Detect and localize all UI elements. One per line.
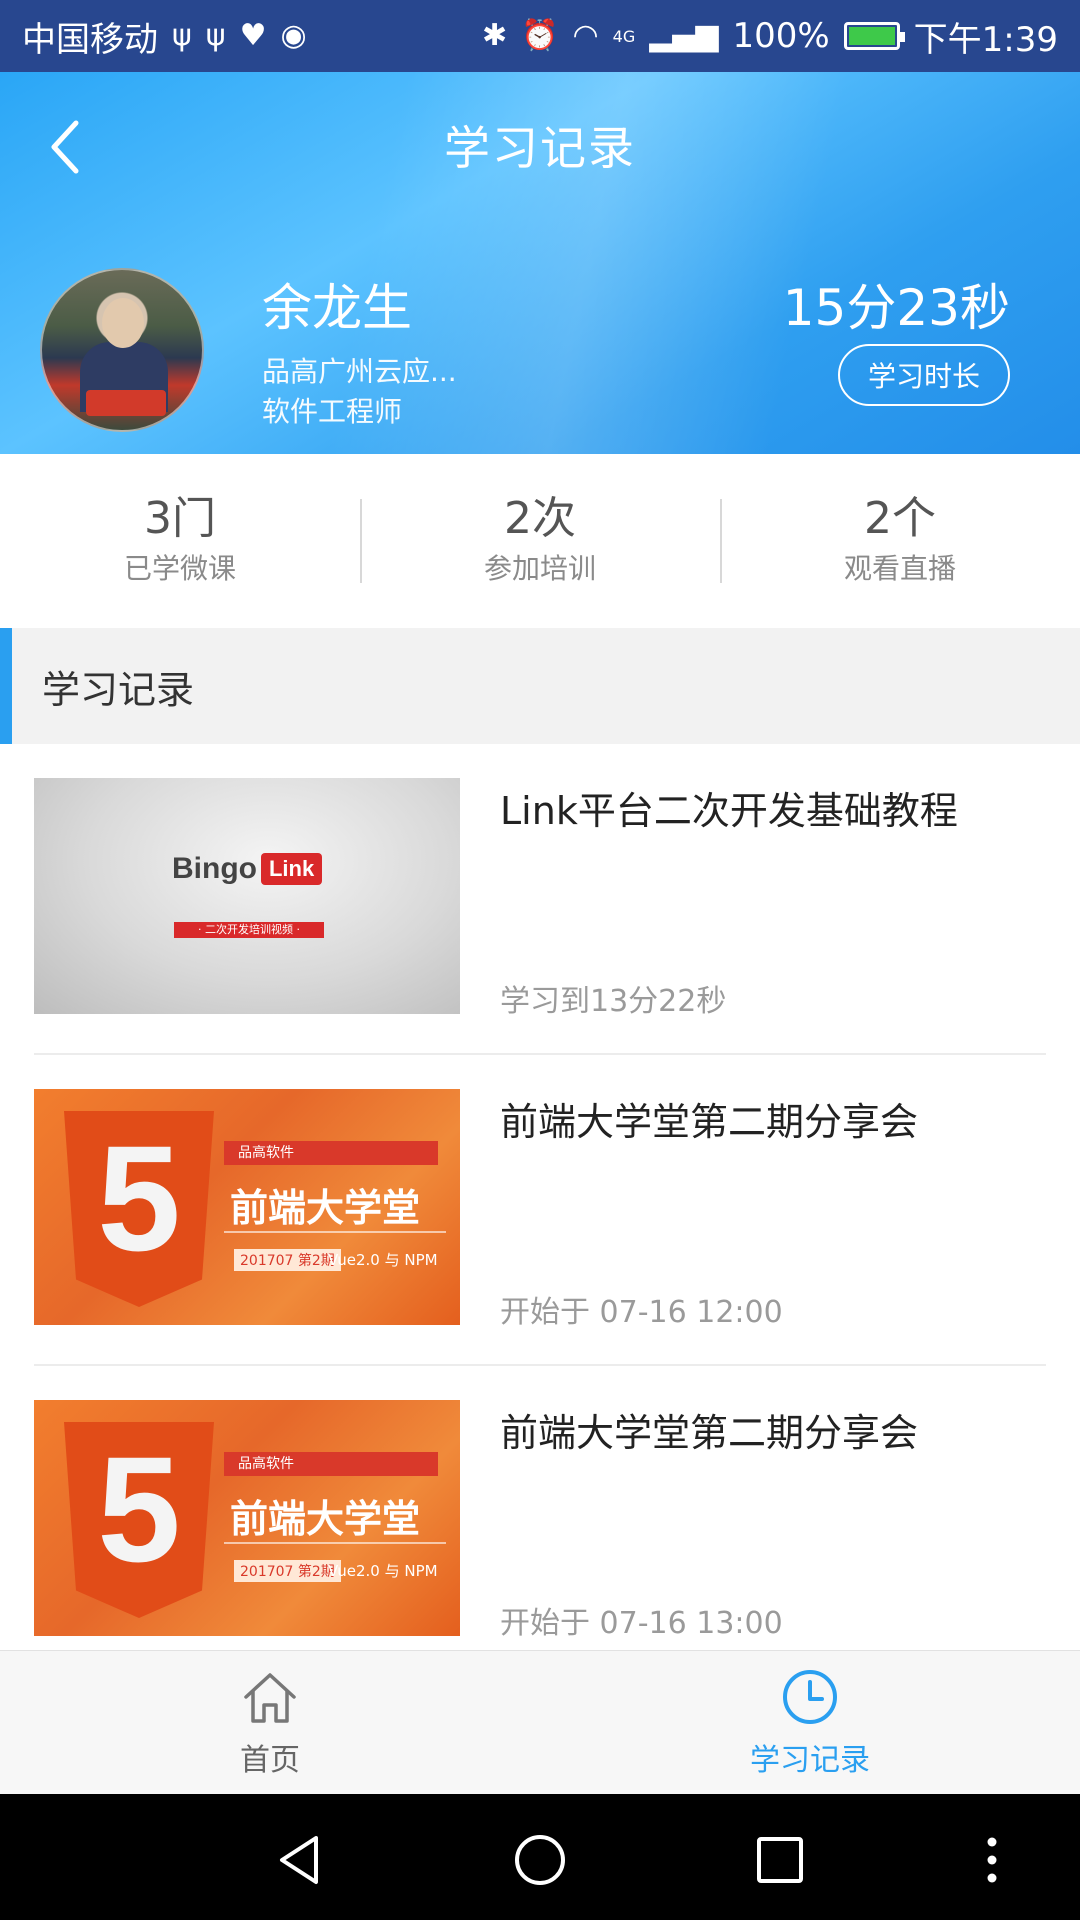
thumbnail-title: 前端大学堂 (230, 1497, 421, 1541)
system-back-button[interactable] (272, 1832, 328, 1888)
thumbnail-tag: 品高软件 (224, 1141, 438, 1165)
study-time-button[interactable]: 学习时长 (838, 344, 1010, 406)
video-thumbnail: 5 品高软件 前端大学堂 201707 第2期 Vue2.0 与 NPM (34, 1400, 460, 1636)
avatar-head (102, 298, 144, 348)
thumbnail-title: 前端大学堂 (230, 1186, 421, 1230)
triangle-back-icon (280, 1836, 318, 1884)
stat-courses[interactable]: 3门 已学微课 (0, 492, 360, 587)
tab-label: 首页 (240, 1742, 300, 1778)
thumbnail-divider (224, 1231, 446, 1233)
user-name: 余龙生 (262, 279, 412, 337)
stat-livestreams[interactable]: 2个 观看直播 (720, 492, 1080, 587)
system-recents-button[interactable] (752, 1832, 808, 1888)
stat-trainings[interactable]: 2次 参加培训 (360, 492, 720, 587)
home-icon (240, 1667, 300, 1731)
more-vertical-icon (987, 1837, 997, 1883)
thumbnail-issue: 201707 第2期 (234, 1560, 341, 1582)
stat-label: 观看直播 (843, 552, 956, 586)
status-left: 中国移动 ψ ψ ♥ ◉ (22, 12, 307, 61)
bluetooth-icon: ✱ (481, 18, 508, 53)
html5-digit: 5 (97, 1425, 181, 1593)
user-company: 品高广州云应... (262, 355, 457, 388)
heartbeat-icon: ♥ (239, 18, 267, 53)
list-item[interactable]: Bingo Link · 二次开发培训视频 · Link平台二次开发基础教程 学… (34, 744, 1046, 1055)
record-start-time: 开始于 07-16 12:00 (500, 1295, 783, 1330)
network-type: 4G (612, 26, 636, 46)
bingo-logo: Bingo Link (172, 852, 323, 886)
circle-home-icon (515, 1835, 565, 1885)
system-nav-bar (0, 1794, 1080, 1920)
record-start-time: 开始于 07-16 13:00 (500, 1606, 783, 1641)
stat-value: 3门 (144, 492, 216, 544)
link-badge: Link (260, 853, 323, 885)
list-item[interactable]: 5 品高软件 前端大学堂 201707 第2期 Vue2.0 与 NPM 前端大… (34, 1366, 1046, 1650)
bingo-brand: Bingo (172, 852, 257, 885)
system-home-button[interactable] (512, 1832, 568, 1888)
tab-label: 学习记录 (750, 1742, 870, 1778)
thumbnail-topic: Vue2.0 与 NPM (328, 1251, 438, 1269)
stat-value: 2次 (504, 492, 576, 544)
profile-header: 学习记录 余龙生 品高广州云应... 软件工程师 15分23秒 学习时长 (0, 72, 1080, 454)
thumbnail-tag: 品高软件 (224, 1452, 438, 1476)
tab-home[interactable]: 首页 (0, 1651, 540, 1794)
stat-value: 2个 (864, 492, 936, 544)
page-title: 学习记录 (444, 121, 636, 175)
record-title: Link平台二次开发基础教程 (500, 789, 958, 833)
record-progress: 学习到13分22秒 (500, 984, 727, 1019)
alarm-icon: ⏰ (521, 18, 559, 53)
wifi-icon: ◠ (572, 18, 599, 53)
user-role: 软件工程师 (262, 395, 403, 428)
carrier-label: 中国移动 (22, 19, 158, 60)
battery-percent: 100% (732, 16, 830, 56)
app-notification-icon: ◉ (280, 18, 307, 53)
avatar-basket (86, 390, 166, 416)
status-right: ✱ ⏰ ◠ 4G ▂▄▆ 100% 下午1:39 (482, 12, 1058, 61)
record-title: 前端大学堂第二期分享会 (500, 1100, 919, 1144)
stat-label: 参加培训 (483, 552, 596, 586)
usb-icon: ψ (172, 18, 192, 53)
battery-icon (843, 22, 905, 50)
video-thumbnail: 5 品高软件 前端大学堂 201707 第2期 Vue2.0 与 NPM (34, 1089, 460, 1325)
stats-row: 3门 已学微课 2次 参加培训 2个 观看直播 (0, 454, 1080, 628)
thumbnail-issue: 201707 第2期 (234, 1249, 341, 1271)
usb-icon: ψ (205, 18, 226, 53)
thumbnail-topic: Vue2.0 与 NPM (328, 1562, 438, 1580)
record-list[interactable]: Bingo Link · 二次开发培训视频 · Link平台二次开发基础教程 学… (0, 744, 1080, 1650)
avatar (40, 268, 204, 432)
stat-label: 已学微课 (123, 552, 236, 586)
bottom-nav: 首页 学习记录 (0, 1650, 1080, 1794)
study-time-value: 15分23秒 (782, 279, 1010, 337)
clock-icon (780, 1667, 840, 1731)
tab-study-records[interactable]: 学习记录 (540, 1651, 1080, 1794)
thumbnail-subtitle: · 二次开发培训视频 · (174, 922, 324, 938)
list-item[interactable]: 5 品高软件 前端大学堂 201707 第2期 Vue2.0 与 NPM 前端大… (34, 1055, 1046, 1366)
screen: 中国移动 ψ ψ ♥ ◉ ✱ ⏰ ◠ 4G ▂▄▆ 100% 下午1:39 学习… (0, 0, 1080, 1920)
signal-icon: ▂▄▆ (649, 18, 719, 53)
html5-digit: 5 (97, 1114, 181, 1282)
square-recents-icon (757, 1837, 803, 1883)
clock-time: 下午1:39 (913, 19, 1058, 60)
record-title: 前端大学堂第二期分享会 (500, 1411, 919, 1455)
thumbnail-divider (224, 1542, 446, 1544)
section-header: 学习记录 (0, 628, 1080, 744)
system-menu-button[interactable] (964, 1832, 1020, 1888)
video-thumbnail: Bingo Link · 二次开发培训视频 · (34, 778, 460, 1014)
status-bar: 中国移动 ψ ψ ♥ ◉ ✱ ⏰ ◠ 4G ▂▄▆ 100% 下午1:39 (0, 0, 1080, 72)
